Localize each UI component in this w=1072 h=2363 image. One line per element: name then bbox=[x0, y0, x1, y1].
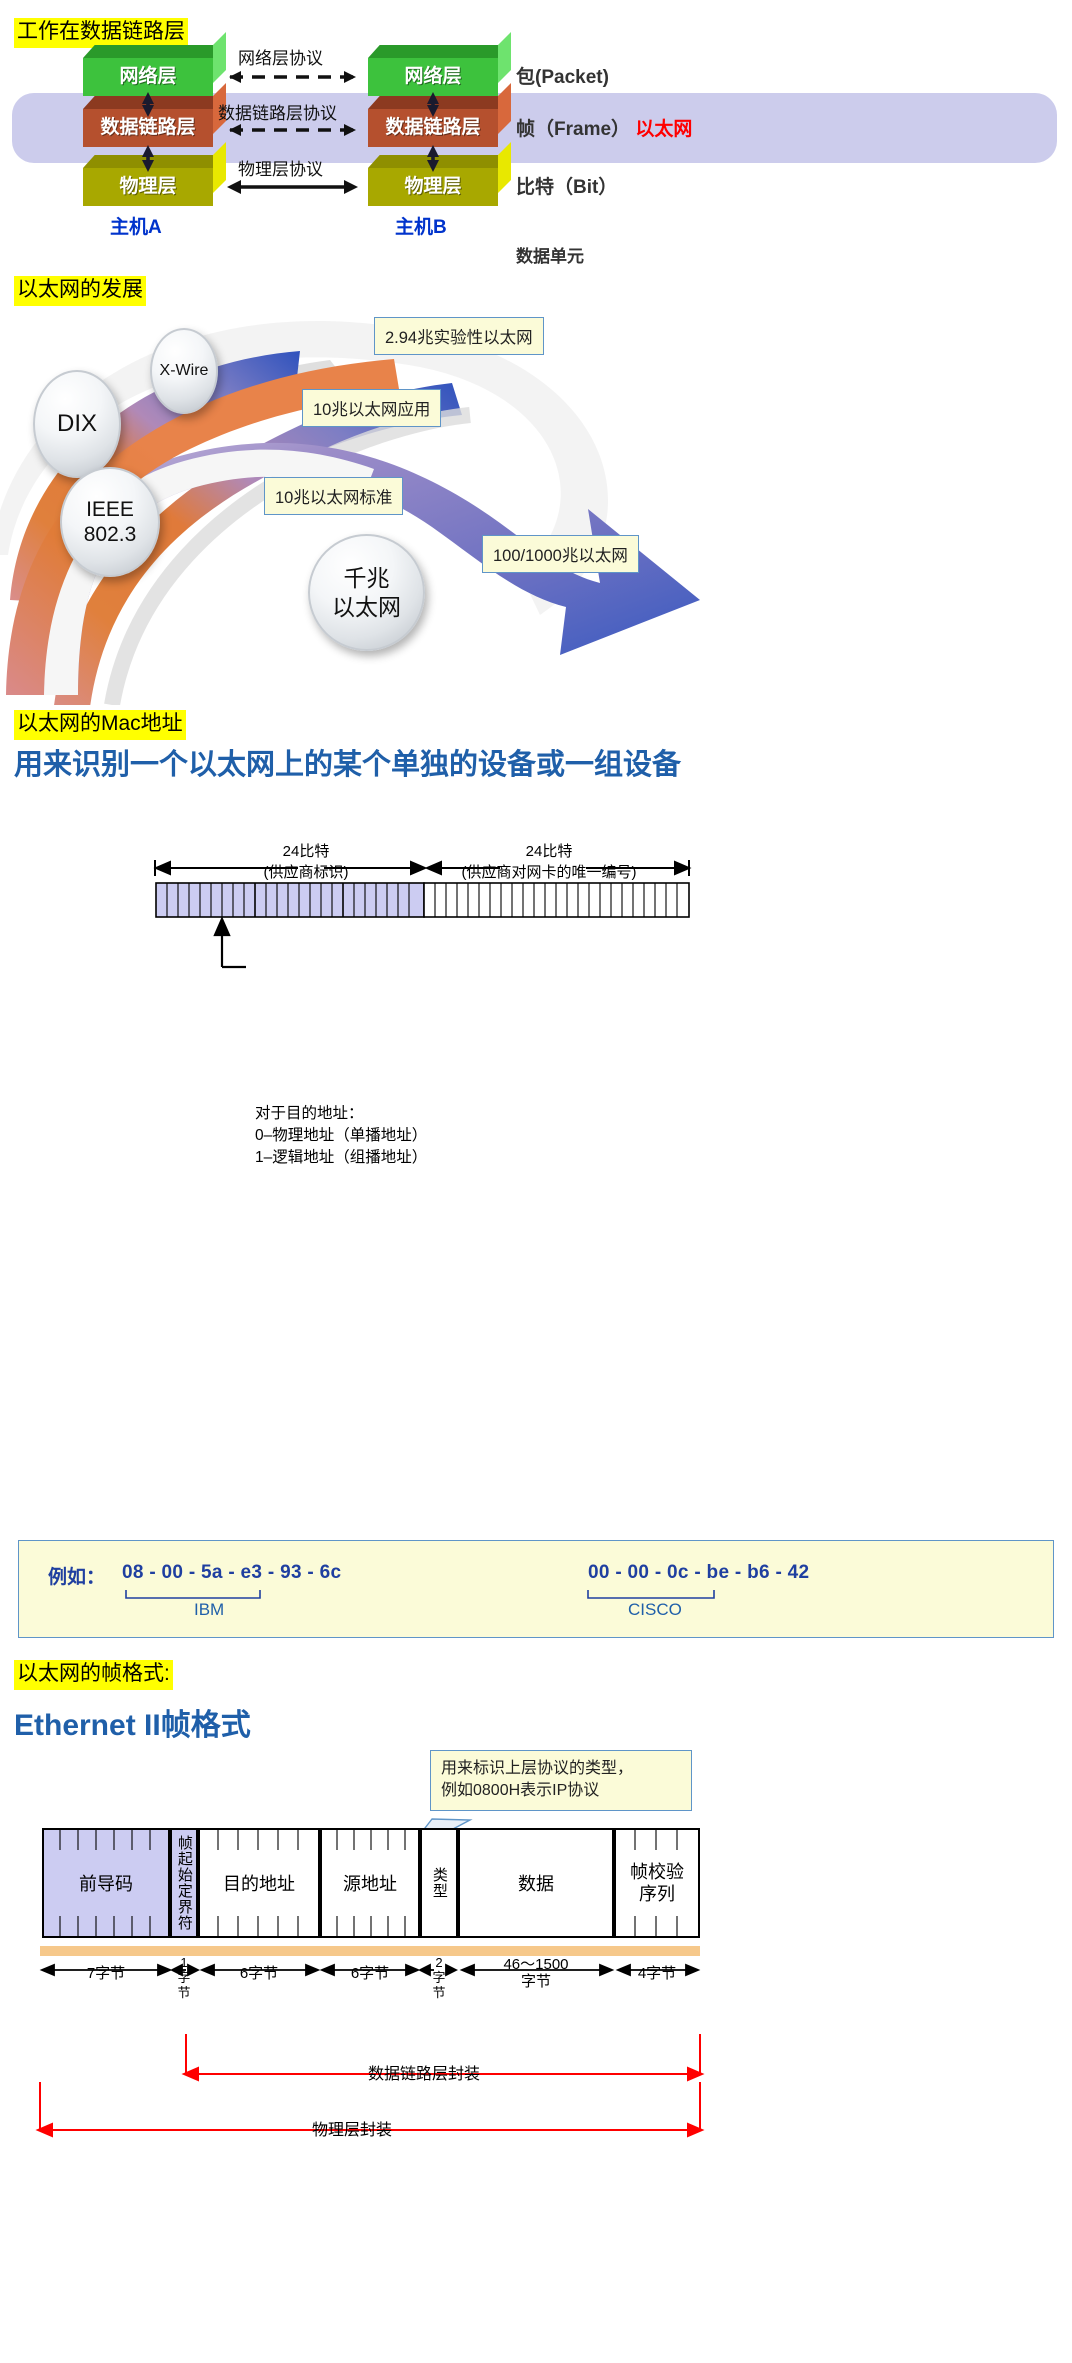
left-caption-line2: (供应商标识) bbox=[263, 864, 349, 881]
slide-page: 工作在数据链路层 网络层 数据链路层 物理层 网络层 数据链路层 物理层 网络层… bbox=[0, 0, 1072, 2363]
size-sfd-line1: 1 bbox=[180, 1955, 188, 1970]
bubble-ieee-line2: 802.3 bbox=[83, 523, 137, 546]
bubble-gigabit-line1: 千兆 bbox=[343, 564, 390, 591]
unit-label-frame-text: 帧（Frame） bbox=[516, 119, 631, 140]
section-mac-address: 以太网的Mac地址 用来识别一个以太网上的某个单独的设备或一组设备 24比特 (… bbox=[0, 705, 1072, 1515]
mac-subtitle: 用来识别一个以太网上的某个单独的设备或一组设备 bbox=[14, 749, 682, 781]
span-label-physical: 物理层封装 bbox=[312, 2122, 393, 2139]
size-sfd-line3: 节 bbox=[177, 1984, 191, 2000]
size-source: 6字节 bbox=[350, 1965, 390, 1982]
size-type-line3: 节 bbox=[432, 1984, 446, 2000]
size-sfd: 1 字 节 bbox=[172, 1955, 196, 2001]
ethernet2-title: Ethernet II帧格式 bbox=[14, 1709, 251, 1742]
protocol-label-datalink: 数据链路层协议 bbox=[218, 104, 337, 123]
left-layer-datalink-label: 数据链路层 bbox=[100, 117, 196, 138]
box-side-face bbox=[498, 32, 511, 83]
size-preamble: 7字节 bbox=[86, 1965, 126, 1982]
ethernet-red-label: 以太网 bbox=[635, 119, 693, 140]
encapsulation-spans bbox=[35, 2034, 705, 2138]
size-data-line2: 字节 bbox=[520, 1973, 551, 1991]
bubble-dix-label: DIX bbox=[56, 410, 97, 437]
left-layer-physical: 物理层 bbox=[83, 142, 226, 206]
right-caption-line1: 24比特 bbox=[525, 843, 573, 860]
section5-heading: 以太网的帧格式: bbox=[14, 1660, 173, 1691]
right-layer-network-label: 网络层 bbox=[404, 66, 462, 87]
box-top-face bbox=[368, 45, 510, 58]
unit-label-packet: 包(Packet) bbox=[516, 67, 609, 88]
bubble-ieee8023: IEEE 802.3 bbox=[60, 467, 160, 577]
left-caption-line1: 24比特 bbox=[282, 843, 330, 860]
size-destination: 6字节 bbox=[239, 1965, 279, 1982]
bubble-gigabit-line2: 以太网 bbox=[332, 593, 401, 620]
callout-10m-app: 10兆以太网应用 bbox=[302, 389, 442, 427]
left-layer-network-label: 网络层 bbox=[119, 66, 177, 87]
box-top-face bbox=[83, 96, 225, 109]
size-sfd-line2: 字 bbox=[177, 1969, 191, 1985]
right-layer-network: 网络层 bbox=[368, 32, 511, 96]
bubble-dix: DIX bbox=[33, 370, 121, 478]
type-field-tip-line1: 用来标识上层协议的类型， bbox=[441, 1760, 634, 1777]
example-braces bbox=[125, 1590, 715, 1599]
bubble-ieee-line1: IEEE bbox=[86, 497, 134, 521]
mac-note-line3: 1–逻辑地址（组播地址） bbox=[255, 1149, 428, 1166]
section2-heading: 以太网的发展 bbox=[14, 276, 146, 307]
size-data-line1: 46～1500 bbox=[503, 1956, 569, 1973]
frame-cell-ticks bbox=[59, 1828, 678, 1936]
box-top-face bbox=[368, 96, 510, 109]
right-caption-line2: (供应商对网卡的唯一编号) bbox=[461, 864, 637, 881]
left-layer-physical-label: 物理层 bbox=[119, 176, 177, 197]
unit-label-bit: 比特（Bit） bbox=[516, 177, 618, 198]
span-label-datalink: 数据链路层封装 bbox=[368, 2066, 481, 2083]
protocol-label-physical: 物理层协议 bbox=[238, 160, 323, 179]
size-type-line1: 2 bbox=[435, 1955, 443, 1970]
bubble-gigabit-label: 千兆 以太网 bbox=[332, 564, 401, 622]
box-top-face bbox=[83, 155, 225, 168]
section-ethernet-development: 以太网的发展 X-Wire DIX IEEE 802.3 千兆 以太网 2.94… bbox=[0, 255, 1072, 705]
type-field-tip: 用来标识上层协议的类型， 例如0800H表示IP协议 bbox=[430, 1750, 692, 1811]
size-type: 2 字 节 bbox=[422, 1955, 456, 2001]
right-layer-physical-label: 物理层 bbox=[404, 176, 462, 197]
bubble-ieee-label: IEEE 802.3 bbox=[84, 497, 137, 547]
left-layer-datalink: 数据链路层 bbox=[83, 83, 226, 147]
protocol-label-network: 网络层协议 bbox=[238, 49, 323, 68]
right-layer-physical: 物理层 bbox=[368, 142, 511, 206]
section1-heading: 工作在数据链路层 bbox=[14, 18, 188, 49]
callout-10m-std: 10兆以太网标准 bbox=[264, 477, 404, 515]
section3-heading: 以太网的Mac地址 bbox=[14, 710, 186, 741]
right-layer-datalink-label: 数据链路层 bbox=[385, 117, 481, 138]
left-layer-network: 网络层 bbox=[83, 32, 226, 96]
box-side-face bbox=[213, 32, 226, 83]
box-top-face bbox=[368, 155, 510, 168]
host-a-label: 主机A bbox=[110, 217, 162, 238]
mac-note-line1: 对于目的地址： bbox=[255, 1105, 364, 1122]
mac-note-line2: 0–物理地址（单播地址） bbox=[255, 1127, 428, 1144]
callout-100-1000m: 100/1000兆以太网 bbox=[482, 535, 639, 573]
bubble-xwire: X-Wire bbox=[150, 328, 218, 414]
bubble-xwire-label: X-Wire bbox=[159, 362, 209, 379]
right-layer-datalink: 数据链路层 bbox=[368, 83, 511, 147]
size-fcs: 4字节 bbox=[637, 1965, 677, 1982]
box-top-face bbox=[83, 45, 225, 58]
type-field-tip-line2: 例如0800H表示IP协议 bbox=[441, 1782, 600, 1800]
size-data: 46～1500 字节 bbox=[458, 1956, 614, 1991]
size-type-line2: 字 bbox=[432, 1969, 446, 1985]
callout-294m: 2.94兆实验性以太网 bbox=[374, 317, 544, 355]
unit-label-frame: 帧（Frame） 以太网 bbox=[516, 114, 692, 141]
host-b-label: 主机B bbox=[395, 217, 447, 238]
bubble-gigabit-ethernet: 千兆 以太网 bbox=[308, 534, 425, 651]
